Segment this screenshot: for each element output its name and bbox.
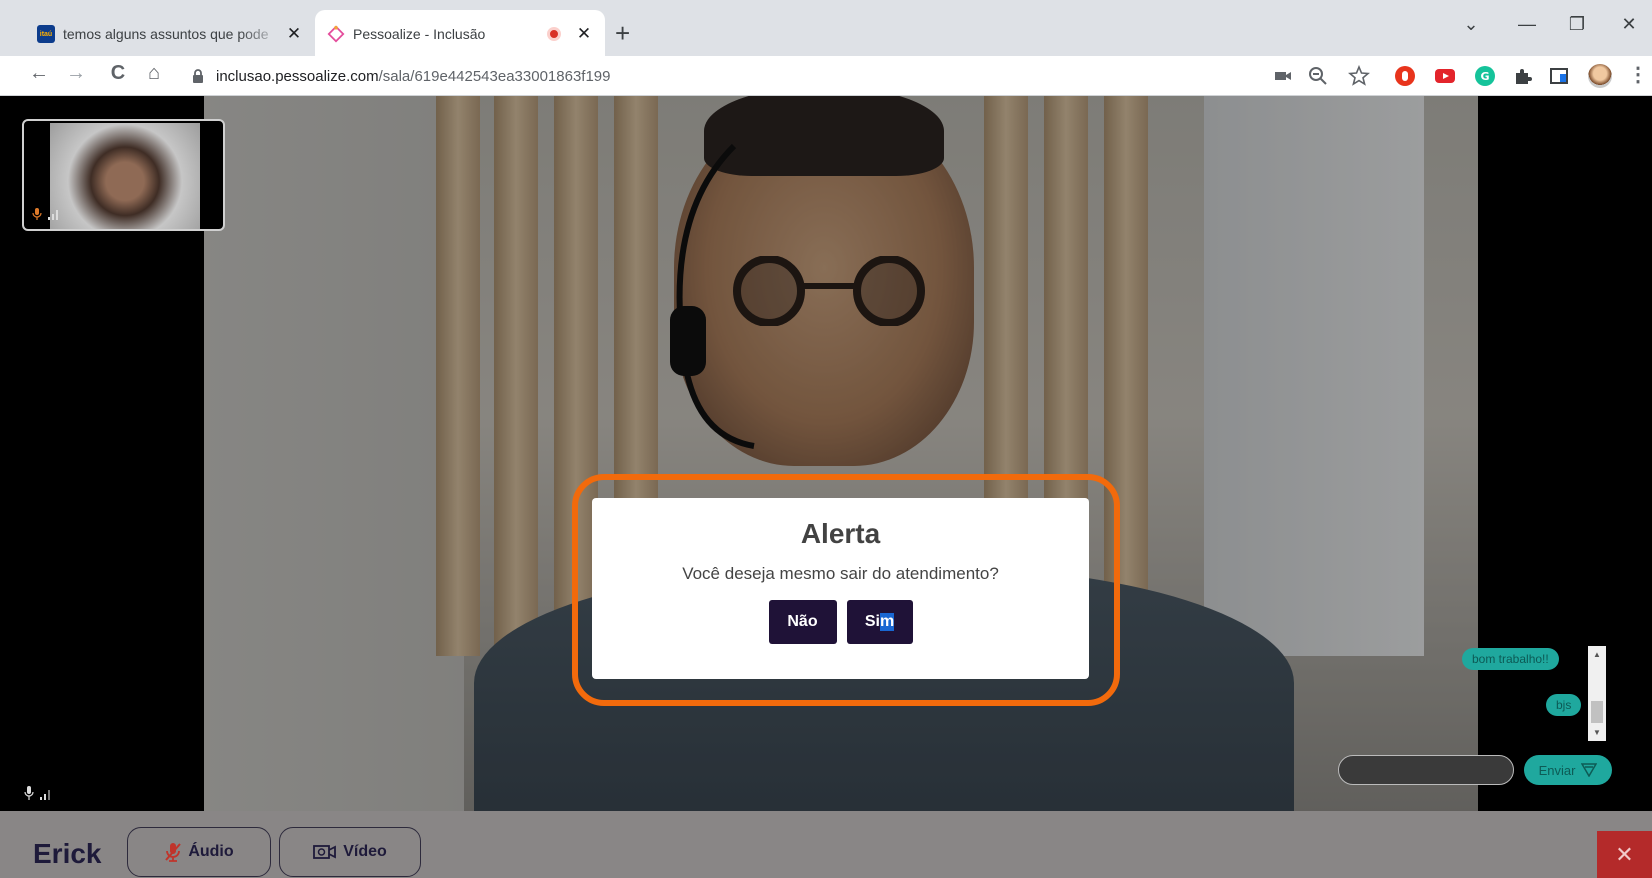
chat-input[interactable]: [1338, 755, 1514, 785]
browser-tab-pessoalize[interactable]: Pessoalize - Inclusão ✕: [315, 10, 605, 58]
send-icon: [1581, 763, 1598, 777]
alert-dialog: Alerta Você deseja mesmo sair do atendim…: [592, 498, 1089, 679]
mic-muted-icon: [165, 843, 182, 862]
minimize-button[interactable]: —: [1504, 14, 1550, 35]
forward-button[interactable]: →: [62, 62, 90, 85]
leave-call-button[interactable]: ✕: [1597, 831, 1652, 878]
scroll-thumb[interactable]: [1591, 701, 1603, 723]
send-button[interactable]: Enviar: [1524, 755, 1612, 785]
mic-level-icon: [32, 208, 58, 220]
meeting-stage: bom trabalho!! bjs ▲ ▼ Enviar Alerta Voc…: [0, 96, 1652, 811]
chat-message: bjs: [1546, 694, 1582, 716]
browser-tabstrip: itaú temos alguns assuntos que pode ✕ Pe…: [0, 0, 1652, 58]
yes-label-prefix: Si: [864, 613, 880, 630]
camera-icon[interactable]: [1272, 65, 1294, 87]
reload-button[interactable]: C: [104, 62, 132, 85]
pessoalize-logo-icon: [327, 25, 345, 43]
tab-close-icon[interactable]: ✕: [283, 24, 305, 44]
adblock-extension-icon[interactable]: [1394, 65, 1416, 87]
zoom-icon[interactable]: [1307, 65, 1329, 87]
tab-search-icon[interactable]: ⌄: [1448, 14, 1494, 35]
browser-tab-itau[interactable]: itaú temos alguns assuntos que pode ✕: [25, 12, 315, 56]
restore-button[interactable]: ❐: [1554, 14, 1600, 35]
meeting-controls-bar: Erick Áudio Vídeo ✕: [0, 811, 1652, 878]
chat-panel: bom trabalho!! bjs ▲ ▼ Enviar: [1322, 646, 1617, 811]
alert-title: Alerta: [800, 518, 881, 549]
profile-avatar-icon[interactable]: [1588, 64, 1612, 88]
itau-logo-icon: itaú: [37, 25, 55, 43]
no-button[interactable]: Não: [768, 600, 837, 644]
browser-toolbar: ← → C ⌂ inclusao.pessoalize.com/sala/619…: [0, 56, 1652, 96]
self-view-face: [50, 123, 200, 229]
audio-label: Áudio: [188, 843, 234, 860]
alert-actions: Não Si m: [592, 600, 1089, 644]
scroll-down-icon[interactable]: ▼: [1588, 728, 1606, 737]
menu-icon[interactable]: ⋮: [1624, 62, 1652, 87]
remote-mic-level-icon: [24, 786, 50, 800]
lock-icon[interactable]: [190, 68, 206, 84]
back-button[interactable]: ←: [25, 62, 53, 85]
alert-message: Você deseja mesmo sair do atendimento?: [682, 564, 999, 583]
video-camera-icon: [313, 845, 337, 859]
tab-close-icon[interactable]: ✕: [573, 24, 595, 44]
yes-label-selected: m: [879, 613, 895, 631]
address-bar[interactable]: inclusao.pessoalize.com/sala/619e442543e…: [190, 61, 1250, 91]
scroll-up-icon[interactable]: ▲: [1588, 650, 1606, 659]
chat-scrollbar[interactable]: ▲ ▼: [1588, 646, 1606, 741]
window-close-button[interactable]: ✕: [1606, 14, 1652, 35]
star-icon[interactable]: [1348, 65, 1370, 87]
svg-text:G: G: [1480, 70, 1489, 83]
self-view-video[interactable]: [22, 119, 225, 231]
puzzle-extensions-icon[interactable]: [1512, 65, 1534, 87]
video-label: Vídeo: [343, 843, 387, 860]
audio-toggle-button[interactable]: Áudio: [127, 827, 271, 877]
participant-name: Erick: [33, 838, 102, 869]
home-button[interactable]: ⌂: [140, 62, 168, 85]
new-tab-button[interactable]: +: [615, 18, 630, 49]
recording-indicator-icon: [547, 27, 561, 41]
chat-message: bom trabalho!!: [1462, 648, 1559, 670]
url-path: /sala/619e442543ea33001863f199: [378, 67, 611, 85]
grammarly-extension-icon[interactable]: G: [1474, 65, 1496, 87]
tab-title: temos alguns assuntos que pode: [63, 26, 269, 42]
video-toggle-button[interactable]: Vídeo: [279, 827, 421, 877]
tab-title: Pessoalize - Inclusão: [353, 26, 486, 42]
youtube-extension-icon[interactable]: [1434, 65, 1456, 87]
yes-button[interactable]: Si m: [846, 600, 913, 644]
send-label: Enviar: [1538, 762, 1576, 778]
reading-list-icon[interactable]: [1548, 65, 1570, 87]
url-host: inclusao.pessoalize.com: [216, 67, 379, 85]
